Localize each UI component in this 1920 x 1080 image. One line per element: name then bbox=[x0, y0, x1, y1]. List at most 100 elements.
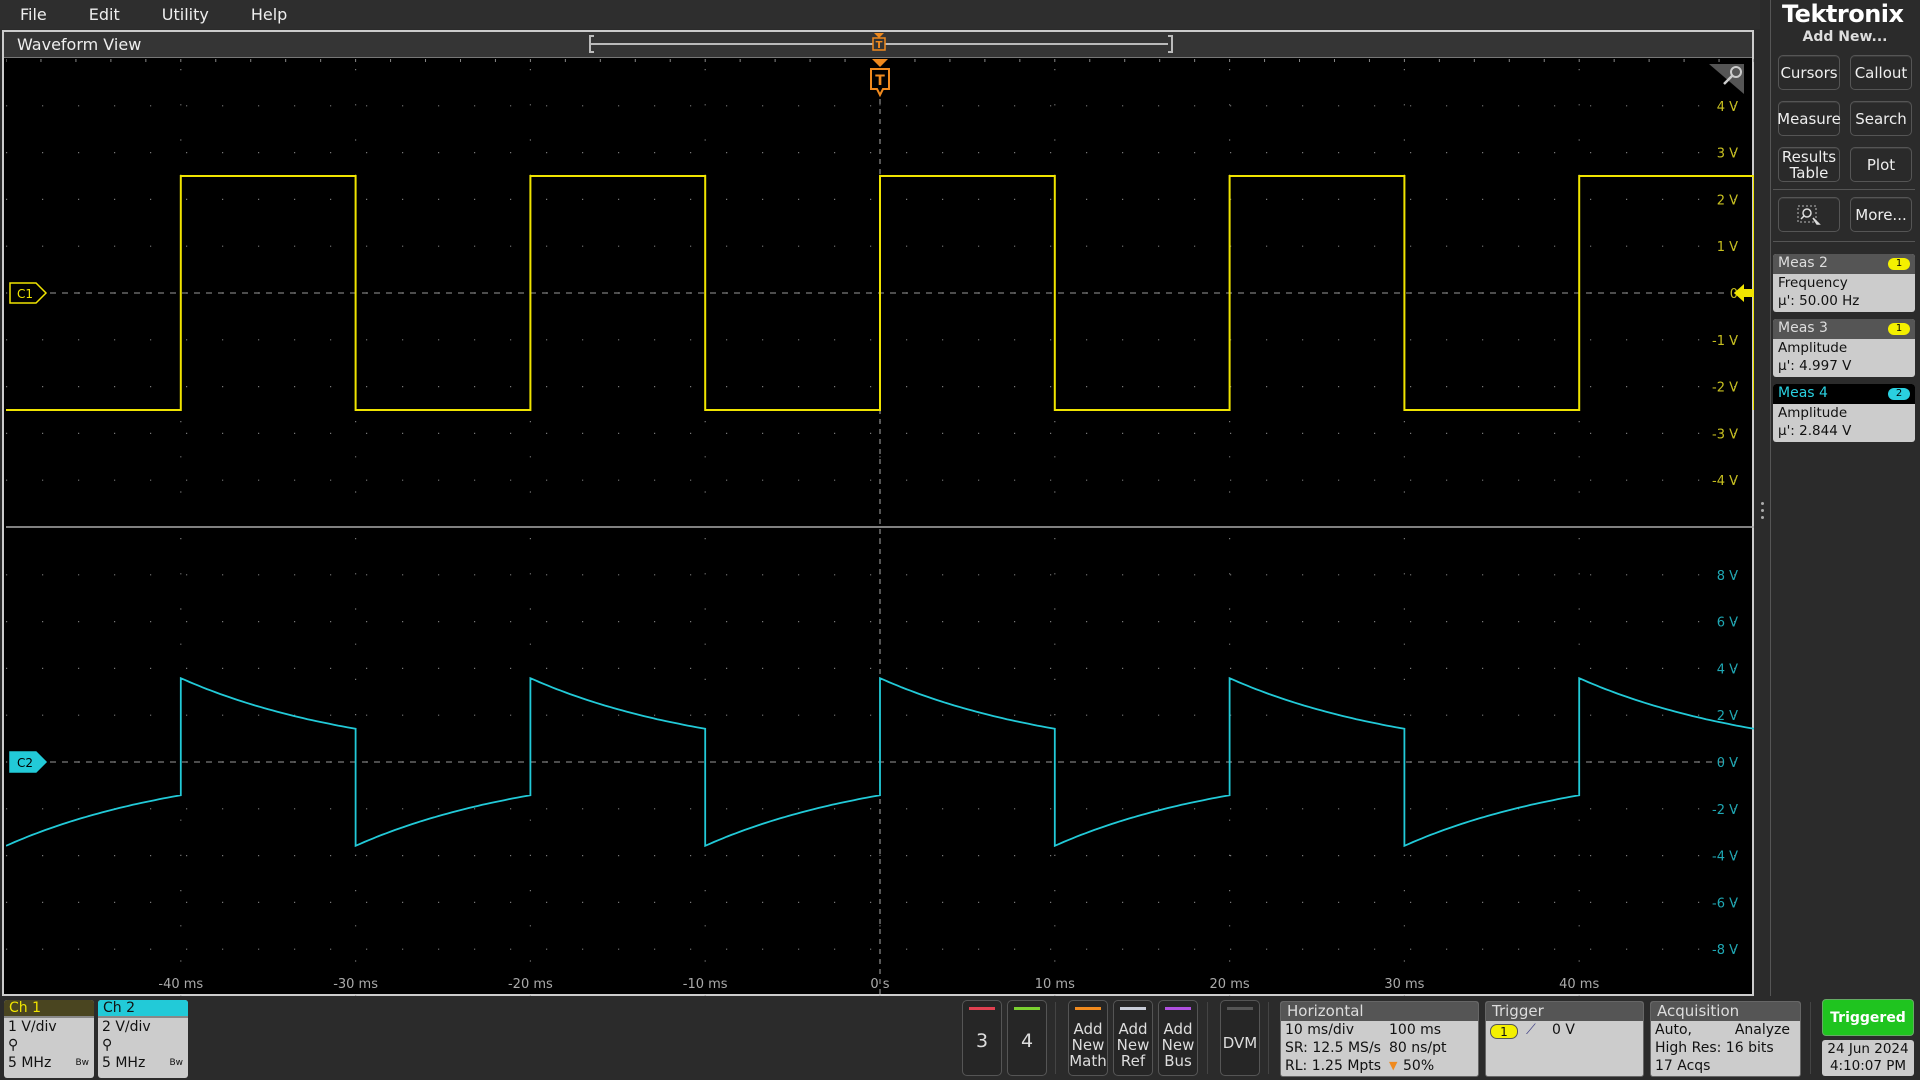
meas-name: Meas 2 bbox=[1778, 255, 1828, 271]
measure-button[interactable]: Measure bbox=[1777, 101, 1841, 136]
y-tick-label: -8 V bbox=[1712, 943, 1738, 958]
source-badge: 2 bbox=[1888, 388, 1910, 400]
acquisition-badge[interactable]: Acquisition Auto, Analyze High Res: 16 bi… bbox=[1650, 1001, 1801, 1077]
zoom-search-button[interactable] bbox=[1778, 197, 1840, 232]
trigger-position-icon: ▼ bbox=[1389, 1059, 1398, 1072]
menu-help[interactable]: Help bbox=[231, 5, 287, 24]
results-table-button[interactable]: Results Table bbox=[1778, 147, 1840, 182]
y-tick-label: 4 V bbox=[1717, 662, 1738, 677]
ch1-badge[interactable]: Ch 1 1 V/div ⚲ 5 MHz Bw bbox=[4, 1000, 94, 1078]
meas-name: Meas 3 bbox=[1778, 320, 1828, 336]
y-tick-label: -1 V bbox=[1712, 334, 1738, 349]
add-new-bus-button[interactable]: Add New Bus bbox=[1158, 1000, 1198, 1076]
acquisition-mode: Auto, bbox=[1655, 1022, 1692, 1038]
cursors-button[interactable]: Cursors bbox=[1778, 55, 1840, 90]
date: 24 Jun 2024 bbox=[1827, 1041, 1909, 1057]
label: New bbox=[1071, 1036, 1105, 1054]
trigger-flag-label: T bbox=[875, 73, 885, 89]
label: Math bbox=[1069, 1052, 1107, 1070]
y-tick-label: 3 V bbox=[1717, 147, 1738, 162]
y-tick-label: -4 V bbox=[1712, 850, 1738, 865]
label: New bbox=[1161, 1036, 1195, 1054]
panel-splitter[interactable] bbox=[1756, 30, 1770, 996]
high-res: High Res: 16 bits bbox=[1655, 1040, 1774, 1056]
meas-2-badge[interactable]: Meas 2 1 Frequency µ': 50.00 Hz bbox=[1773, 254, 1915, 312]
trigger-marker[interactable]: T bbox=[870, 59, 890, 98]
menu-file[interactable]: File bbox=[0, 5, 47, 24]
ch3-button[interactable]: 3 bbox=[962, 1000, 1002, 1076]
meas-name: Meas 4 bbox=[1778, 385, 1828, 401]
x-tick-label: -30 ms bbox=[333, 977, 378, 992]
meas-type: Amplitude bbox=[1778, 340, 1848, 356]
x-tick-label: 10 ms bbox=[1035, 977, 1075, 992]
x-tick-label: 40 ms bbox=[1559, 977, 1599, 992]
results-table-label-2: Table bbox=[1789, 163, 1829, 182]
meas-4-badge[interactable]: Meas 4 2 Amplitude µ': 2.844 V bbox=[1773, 384, 1915, 442]
waveform-view-titlebar: Waveform View T bbox=[4, 32, 1752, 58]
add-new-ref-button[interactable]: Add New Ref bbox=[1113, 1000, 1153, 1076]
y-tick-label: -2 V bbox=[1712, 803, 1738, 818]
meas-value: µ': 50.00 Hz bbox=[1778, 293, 1860, 309]
record-overview[interactable]: T bbox=[588, 32, 1174, 58]
channel-marker-label: C2 bbox=[17, 756, 33, 770]
y-tick-label: -2 V bbox=[1712, 381, 1738, 396]
meas-3-badge[interactable]: Meas 3 1 Amplitude µ': 4.997 V bbox=[1773, 319, 1915, 377]
x-tick-label: 0 s bbox=[870, 977, 889, 992]
sample-rate: SR: 12.5 MS/s bbox=[1285, 1040, 1381, 1056]
meas-value: µ': 2.844 V bbox=[1778, 423, 1852, 439]
callout-button[interactable]: Callout bbox=[1850, 55, 1912, 90]
zoom-corner-button[interactable] bbox=[1709, 64, 1744, 94]
more-button[interactable]: More... bbox=[1850, 197, 1912, 232]
channel-1-marker[interactable]: C1 bbox=[9, 282, 48, 304]
zoom-select-icon bbox=[1797, 205, 1821, 225]
trigger-position: 50% bbox=[1403, 1058, 1435, 1074]
bandwidth-limit-icon: Bw bbox=[169, 1058, 183, 1068]
ch4-label: 4 bbox=[1020, 1030, 1034, 1052]
source-badge: 1 bbox=[1888, 258, 1910, 270]
results-table-label-1: Results bbox=[1781, 147, 1837, 166]
label: Bus bbox=[1164, 1052, 1192, 1070]
y-tick-label: -4 V bbox=[1712, 474, 1738, 489]
horizontal-title: Horizontal bbox=[1281, 1002, 1478, 1021]
tektronix-logo: Tektronix bbox=[1782, 0, 1904, 28]
search-button[interactable]: Search bbox=[1850, 101, 1912, 136]
plot-button[interactable]: Plot bbox=[1850, 147, 1912, 182]
source-badge: 1 bbox=[1888, 323, 1910, 335]
trigger-badge[interactable]: Trigger 1 ⟋ 0 V bbox=[1485, 1001, 1644, 1077]
ch2-badge[interactable]: Ch 2 2 V/div ⚲ 5 MHz Bw bbox=[98, 1000, 188, 1078]
horizontal-badge[interactable]: Horizontal 10 ms/div 100 ms SR: 12.5 MS/s… bbox=[1280, 1001, 1479, 1077]
label: Add bbox=[1073, 1020, 1103, 1038]
probe-icon: ⚲ bbox=[102, 1037, 113, 1053]
y-tick-label: 6 V bbox=[1717, 616, 1738, 631]
ch4-button[interactable]: 4 bbox=[1007, 1000, 1047, 1076]
menu-edit[interactable]: Edit bbox=[69, 5, 120, 24]
record-length: RL: 1.25 Mpts bbox=[1285, 1058, 1382, 1074]
acquisition-count: 17 Acqs bbox=[1655, 1058, 1711, 1074]
x-tick-label: 30 ms bbox=[1384, 977, 1424, 992]
y-tick-label: 1 V bbox=[1717, 240, 1738, 255]
y-tick-label: 4 V bbox=[1717, 100, 1738, 115]
waveform-plot[interactable]: 4 V3 V2 V1 V0-1 V-2 V-3 V-4 VC18 V6 V4 V… bbox=[6, 59, 1754, 996]
meas-type: Frequency bbox=[1778, 275, 1848, 291]
x-tick-label: 20 ms bbox=[1210, 977, 1250, 992]
label: Ref bbox=[1120, 1052, 1146, 1070]
record-duration: 100 ms bbox=[1389, 1022, 1442, 1038]
date-time[interactable]: 24 Jun 2024 4:10:07 PM bbox=[1822, 1040, 1914, 1076]
trigger-level: 0 V bbox=[1552, 1022, 1575, 1038]
y-tick-label: -3 V bbox=[1712, 427, 1738, 442]
add-new-math-button[interactable]: Add New Math bbox=[1068, 1000, 1108, 1076]
y-tick-label: 2 V bbox=[1717, 709, 1738, 724]
channel-2-marker[interactable]: C2 bbox=[9, 751, 48, 773]
menu-utility[interactable]: Utility bbox=[142, 5, 209, 24]
dvm-button[interactable]: DVM bbox=[1220, 1000, 1260, 1076]
trigger-status[interactable]: Triggered bbox=[1822, 999, 1914, 1036]
meas-type: Amplitude bbox=[1778, 405, 1848, 421]
ch2-label: Ch 2 bbox=[98, 1000, 188, 1018]
overview-trigger-label: T bbox=[876, 40, 883, 51]
x-tick-label: -20 ms bbox=[508, 977, 553, 992]
meas-value: µ': 4.997 V bbox=[1778, 358, 1852, 374]
ch1-scale: 1 V/div bbox=[8, 1019, 57, 1035]
analyze-mode: Analyze bbox=[1734, 1022, 1790, 1038]
y-tick-label: 0 V bbox=[1717, 756, 1738, 771]
label: New bbox=[1116, 1036, 1150, 1054]
